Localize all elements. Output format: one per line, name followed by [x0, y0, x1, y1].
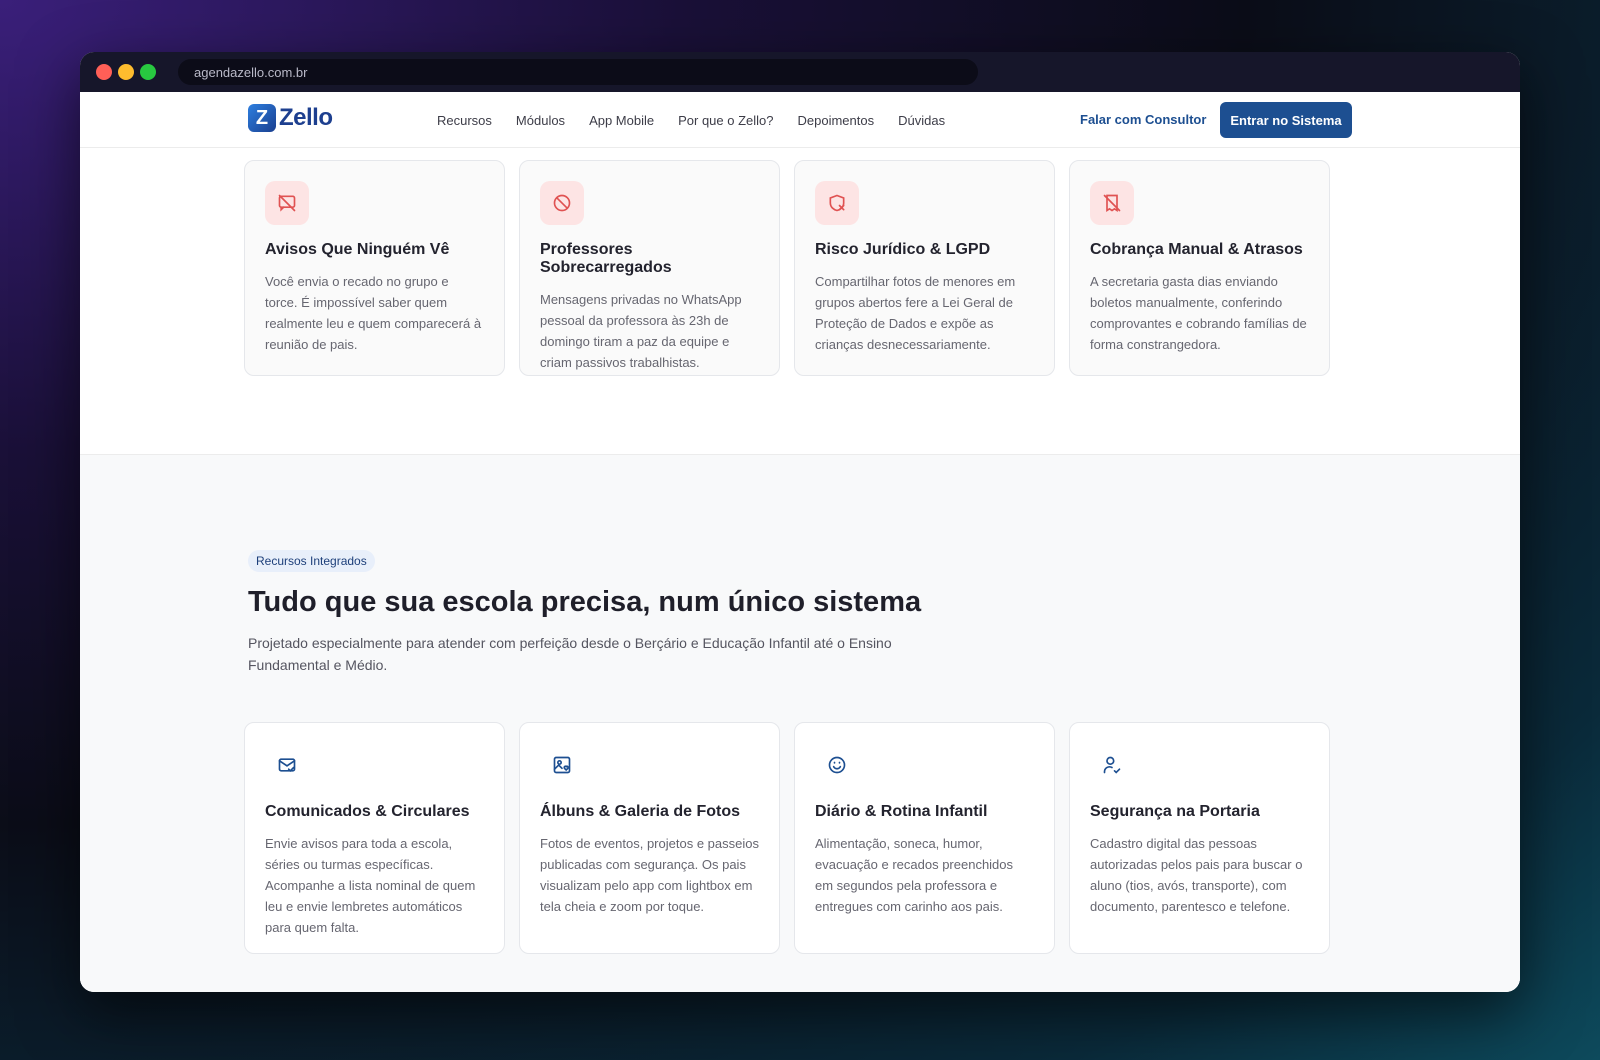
smile-icon — [815, 743, 859, 787]
feature-card: Comunicados & Circulares Envie avisos pa… — [244, 722, 505, 954]
nav-link-modulos[interactable]: Módulos — [516, 113, 565, 128]
mail-check-icon — [265, 743, 309, 787]
maximize-window-button[interactable] — [140, 64, 156, 80]
problem-card: Avisos Que Ninguém Vê Você envia o recad… — [244, 160, 505, 376]
card-text: Cadastro digital das pessoas autorizadas… — [1090, 836, 1303, 914]
section-title: Tudo que sua escola precisa, num único s… — [248, 586, 922, 618]
browser-titlebar: agendazello.com.br — [80, 52, 1520, 92]
problem-card: Professores Sobrecarregados Mensagens pr… — [519, 160, 780, 376]
page-content: Avisos Que Ninguém Vê Você envia o recad… — [80, 148, 1520, 992]
nav-link-app-mobile[interactable]: App Mobile — [589, 113, 654, 128]
nav-links: Recursos Módulos App Mobile Por que o Ze… — [437, 92, 969, 148]
nav-link-por-que-zello[interactable]: Por que o Zello? — [678, 113, 773, 128]
card-text: Mensagens privadas no WhatsApp pessoal d… — [540, 292, 742, 370]
talk-to-consultant-link[interactable]: Falar com Consultor — [1080, 112, 1206, 127]
brand-logo[interactable]: Z Zello — [248, 104, 333, 132]
nav-link-depoimentos[interactable]: Depoimentos — [798, 113, 875, 128]
feature-card: Diário & Rotina Infantil Alimentação, so… — [794, 722, 1055, 954]
card-title: Risco Jurídico & LGPD — [815, 241, 991, 258]
card-text: Fotos de eventos, projetos e passeios pu… — [540, 836, 759, 914]
card-title: Diário & Rotina Infantil — [815, 803, 988, 820]
nav-link-duvidas[interactable]: Dúvidas — [898, 113, 945, 128]
message-off-icon — [265, 181, 309, 225]
logo-text: Zello — [279, 104, 333, 131]
feature-card: Segurança na Portaria Cadastro digital d… — [1069, 722, 1330, 954]
shield-x-icon — [815, 181, 859, 225]
card-title: Professores Sobrecarregados — [540, 241, 672, 276]
problem-card: Risco Jurídico & LGPD Compartilhar fotos… — [794, 160, 1055, 376]
receipt-off-icon — [1090, 181, 1134, 225]
section-subtitle: Projetado especialmente para atender com… — [248, 635, 892, 673]
card-title: Segurança na Portaria — [1090, 803, 1260, 820]
enter-system-button[interactable]: Entrar no Sistema — [1220, 102, 1352, 138]
block-icon — [540, 181, 584, 225]
nav-link-recursos[interactable]: Recursos — [437, 113, 492, 128]
section-badge: Recursos Integrados — [248, 550, 375, 572]
address-bar[interactable]: agendazello.com.br — [178, 59, 978, 85]
card-text: Envie avisos para toda a escola, séries … — [265, 836, 476, 935]
card-text: Você envia o recado no grupo e torce. É … — [265, 274, 482, 352]
feature-card: Álbuns & Galeria de Fotos Fotos de event… — [519, 722, 780, 954]
problem-card: Cobrança Manual & Atrasos A secretaria g… — [1069, 160, 1330, 376]
card-text: Compartilhar fotos de menores em grupos … — [815, 274, 1016, 352]
card-text: Alimentação, soneca, humor, evacuação e … — [815, 836, 1014, 914]
image-heart-icon — [540, 743, 584, 787]
card-title: Avisos Que Ninguém Vê — [265, 241, 450, 258]
site-navbar: Z Zello Recursos Módulos App Mobile Por … — [80, 92, 1520, 148]
card-text: A secretaria gasta dias enviando boletos… — [1090, 274, 1307, 352]
card-title: Álbuns & Galeria de Fotos — [540, 803, 741, 820]
minimize-window-button[interactable] — [118, 64, 134, 80]
close-window-button[interactable] — [96, 64, 112, 80]
browser-window: agendazello.com.br Z Zello Recursos Módu… — [80, 52, 1520, 992]
logo-mark-icon: Z — [248, 104, 276, 132]
card-title: Comunicados & Circulares — [265, 803, 470, 820]
card-title: Cobrança Manual & Atrasos — [1090, 241, 1303, 258]
user-check-icon — [1090, 743, 1134, 787]
